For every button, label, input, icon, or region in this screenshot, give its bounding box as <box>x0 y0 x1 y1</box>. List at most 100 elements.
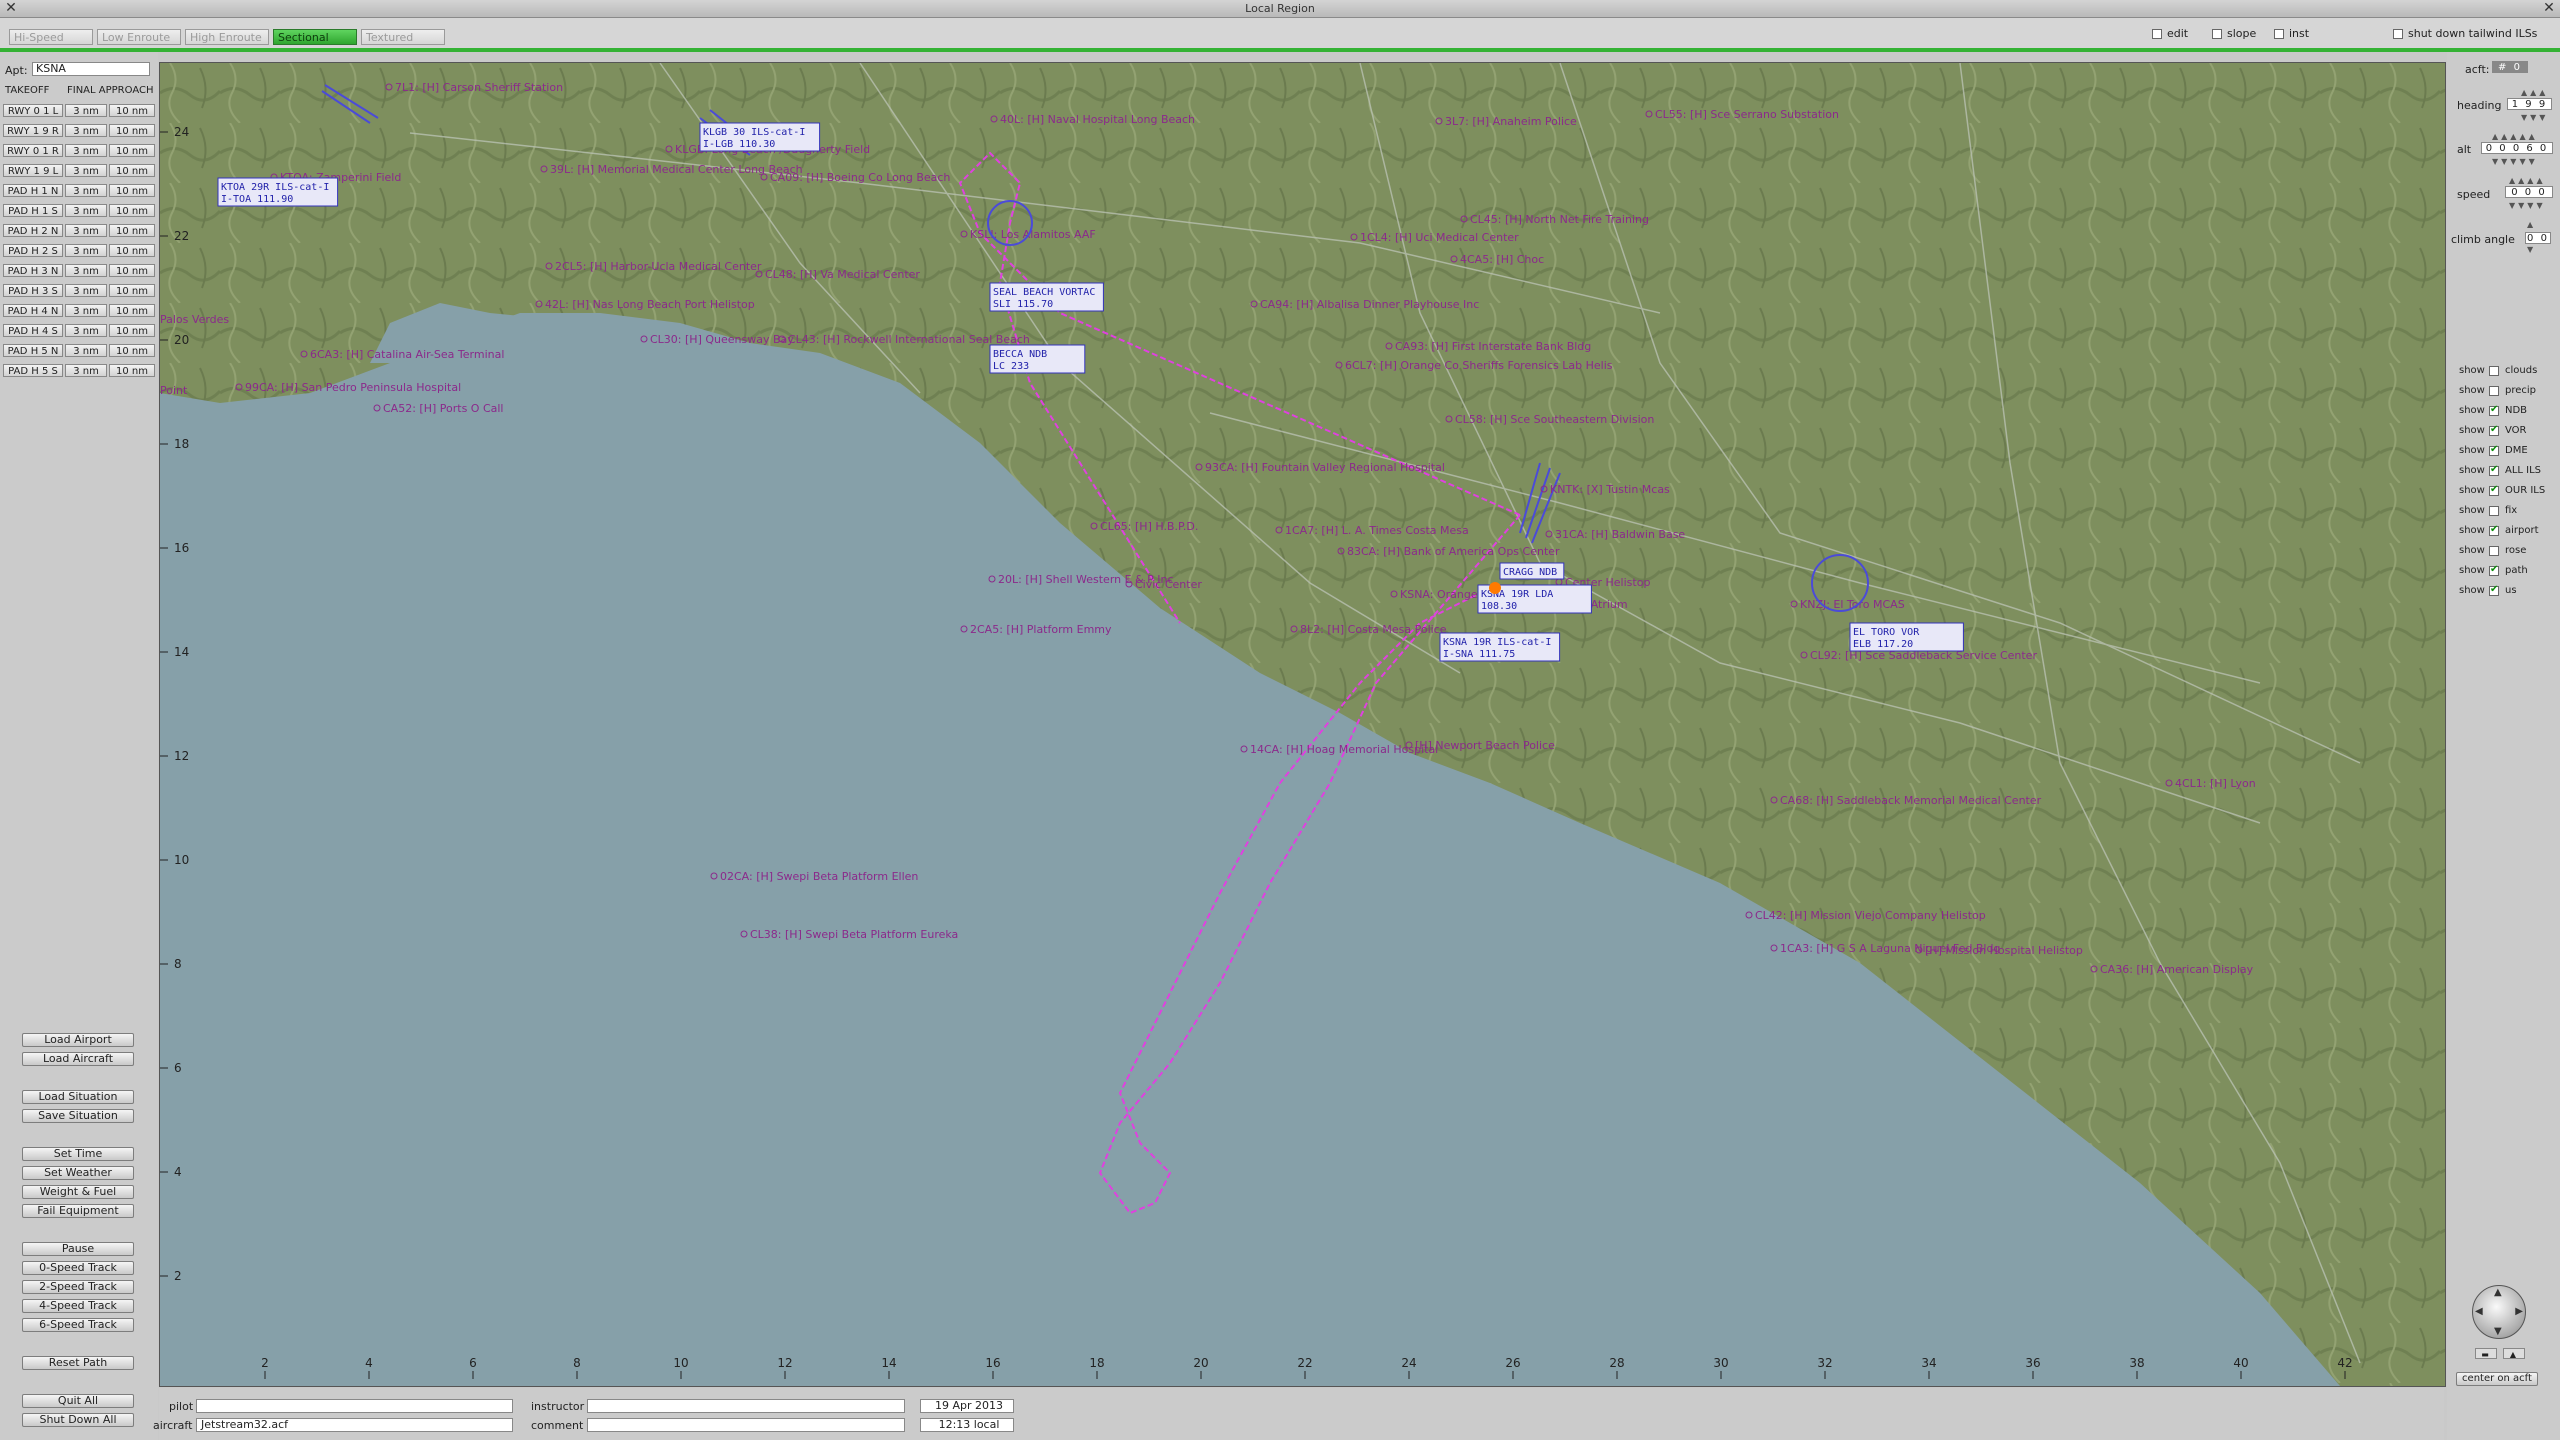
checkbox-icon[interactable] <box>2489 484 2499 496</box>
runway-takeoff-button[interactable]: PAD H 4 S <box>3 324 63 337</box>
save-situation-button[interactable]: Save Situation <box>22 1109 134 1123</box>
runway-10nm-button[interactable]: 10 nm <box>109 244 155 257</box>
nav-info-box[interactable]: KSNA 19R ILS-cat-II-SNA 111.75 <box>1439 632 1561 662</box>
weight-fuel-button[interactable]: Weight & Fuel <box>22 1185 134 1199</box>
runway-3nm-button[interactable]: 3 nm <box>65 104 107 117</box>
nav-info-box[interactable]: SEAL BEACH VORTACSLI 115.70 <box>989 282 1104 312</box>
runway-10nm-button[interactable]: 10 nm <box>109 344 155 357</box>
runway-10nm-button[interactable]: 10 nm <box>109 324 155 337</box>
show-ndb-toggle[interactable]: show NDB <box>2459 404 2527 417</box>
zoom-out-button[interactable]: ▬ <box>2475 1348 2497 1359</box>
nav-info-box[interactable]: KLGB 30 ILS-cat-II-LGB 110.30 <box>699 122 821 152</box>
track-6-button[interactable]: 6-Speed Track <box>22 1318 134 1332</box>
date-field[interactable]: 19 Apr 2013 <box>920 1399 1014 1413</box>
show-precip-toggle[interactable]: show precip <box>2459 385 2536 396</box>
nav-info-box[interactable]: KTOA 29R ILS-cat-II-TOA 111.90 <box>217 177 339 207</box>
show-all-ils-toggle[interactable]: show ALL ILS <box>2459 464 2541 477</box>
climb-up-arrows[interactable]: ▲ <box>2527 220 2536 229</box>
airport-input[interactable]: KSNA <box>32 62 150 76</box>
runway-10nm-button[interactable]: 10 nm <box>109 284 155 297</box>
runway-3nm-button[interactable]: 3 nm <box>65 304 107 317</box>
checkbox-icon[interactable] <box>2489 505 2499 516</box>
close-icon-right[interactable]: ✕ <box>2540 0 2558 17</box>
runway-10nm-button[interactable]: 10 nm <box>109 264 155 277</box>
track-0-button[interactable]: 0-Speed Track <box>22 1261 134 1275</box>
reset-path-button[interactable]: Reset Path <box>22 1356 134 1370</box>
alt-up-arrows[interactable]: ▲▲▲▲▲ <box>2492 132 2538 141</box>
runway-10nm-button[interactable]: 10 nm <box>109 364 155 377</box>
show-us-toggle[interactable]: show us <box>2459 584 2517 597</box>
mode-hi-speed[interactable]: Hi-Speed <box>9 29 93 45</box>
runway-3nm-button[interactable]: 3 nm <box>65 204 107 217</box>
mode-high-enroute[interactable]: High Enroute <box>185 29 269 45</box>
runway-10nm-button[interactable]: 10 nm <box>109 204 155 217</box>
heading-input[interactable]: 1 9 9 <box>2507 98 2552 110</box>
climb-angle-input[interactable]: 0 0 <box>2525 232 2551 244</box>
speed-down-arrows[interactable]: ▼▼▼▼ <box>2509 201 2546 210</box>
runway-takeoff-button[interactable]: RWY 0 1 L <box>3 104 63 117</box>
heading-down-arrows[interactable]: ▼▼▼ <box>2521 113 2548 122</box>
nav-info-box[interactable]: EL TORO VORELB 117.20 <box>1849 622 1964 652</box>
checkbox-icon[interactable] <box>2489 545 2499 556</box>
track-2-button[interactable]: 2-Speed Track <box>22 1280 134 1294</box>
checkbox-icon[interactable] <box>2489 424 2499 436</box>
runway-3nm-button[interactable]: 3 nm <box>65 264 107 277</box>
mode-sectional[interactable]: Sectional <box>273 29 357 45</box>
runway-takeoff-button[interactable]: RWY 1 9 L <box>3 164 63 177</box>
runway-takeoff-button[interactable]: PAD H 2 N <box>3 224 63 237</box>
show-rose-toggle[interactable]: show rose <box>2459 545 2526 556</box>
runway-takeoff-button[interactable]: PAD H 5 S <box>3 364 63 377</box>
runway-10nm-button[interactable]: 10 nm <box>109 184 155 197</box>
pilot-input[interactable] <box>196 1399 513 1413</box>
show-vor-toggle[interactable]: show VOR <box>2459 424 2526 437</box>
runway-takeoff-button[interactable]: PAD H 5 N <box>3 344 63 357</box>
checkbox-icon[interactable] <box>2489 564 2499 576</box>
speed-input[interactable]: 0 0 0 <box>2505 186 2553 198</box>
runway-3nm-button[interactable]: 3 nm <box>65 224 107 237</box>
runway-takeoff-button[interactable]: PAD H 4 N <box>3 304 63 317</box>
runway-3nm-button[interactable]: 3 nm <box>65 144 107 157</box>
acft-select[interactable]: # 0 <box>2492 61 2528 73</box>
comment-input[interactable] <box>587 1418 905 1432</box>
zoom-in-button[interactable]: ▲ <box>2503 1348 2525 1359</box>
map-canvas[interactable]: 2 4 6 8 10 12 14 16 18 20 22 24 26 28 30 32 34 36 38 40 4224… <box>160 63 2445 1386</box>
runway-3nm-button[interactable]: 3 nm <box>65 124 107 137</box>
runway-3nm-button[interactable]: 3 nm <box>65 184 107 197</box>
runway-10nm-button[interactable]: 10 nm <box>109 124 155 137</box>
shut-down-all-button[interactable]: Shut Down All <box>22 1413 134 1427</box>
checkbox-icon[interactable] <box>2489 444 2499 456</box>
runway-takeoff-button[interactable]: PAD H 3 N <box>3 264 63 277</box>
alt-down-arrows[interactable]: ▼▼▼▼▼ <box>2492 157 2538 166</box>
checkbox-icon[interactable] <box>2489 584 2499 596</box>
nav-info-box[interactable]: BECCA NDBLC 233 <box>989 344 1086 374</box>
center-on-acft-button[interactable]: center on acft <box>2456 1372 2538 1386</box>
set-time-button[interactable]: Set Time <box>22 1147 134 1161</box>
nav-info-box[interactable]: CRAGG NDB <box>1499 562 1565 580</box>
pause-button[interactable]: Pause <box>22 1242 134 1256</box>
track-4-button[interactable]: 4-Speed Track <box>22 1299 134 1313</box>
checkbox-icon[interactable] <box>2489 404 2499 416</box>
checkbox-icon[interactable] <box>2489 464 2499 476</box>
set-weather-button[interactable]: Set Weather <box>22 1166 134 1180</box>
runway-takeoff-button[interactable]: PAD H 2 S <box>3 244 63 257</box>
runway-takeoff-button[interactable]: RWY 0 1 R <box>3 144 63 157</box>
show-fix-toggle[interactable]: show fix <box>2459 505 2517 516</box>
load-situation-button[interactable]: Load Situation <box>22 1090 134 1104</box>
runway-takeoff-button[interactable]: PAD H 1 N <box>3 184 63 197</box>
runway-takeoff-button[interactable]: PAD H 3 S <box>3 284 63 297</box>
runway-takeoff-button[interactable]: PAD H 1 S <box>3 204 63 217</box>
checkbox-icon[interactable] <box>2489 385 2499 396</box>
speed-up-arrows[interactable]: ▲▲▲▲ <box>2509 176 2546 185</box>
show-path-toggle[interactable]: show path <box>2459 564 2528 577</box>
show-airport-toggle[interactable]: show airport <box>2459 524 2539 537</box>
runway-3nm-button[interactable]: 3 nm <box>65 244 107 257</box>
load-aircraft-button[interactable]: Load Aircraft <box>22 1052 134 1066</box>
heading-up-arrows[interactable]: ▲▲▲ <box>2521 88 2548 97</box>
runway-10nm-button[interactable]: 10 nm <box>109 164 155 177</box>
runway-3nm-button[interactable]: 3 nm <box>65 364 107 377</box>
inst-toggle[interactable]: inst <box>2274 27 2309 40</box>
runway-3nm-button[interactable]: 3 nm <box>65 324 107 337</box>
runway-3nm-button[interactable]: 3 nm <box>65 164 107 177</box>
checkbox-icon[interactable] <box>2489 365 2499 376</box>
climb-down-arrows[interactable]: ▼ <box>2527 245 2536 254</box>
